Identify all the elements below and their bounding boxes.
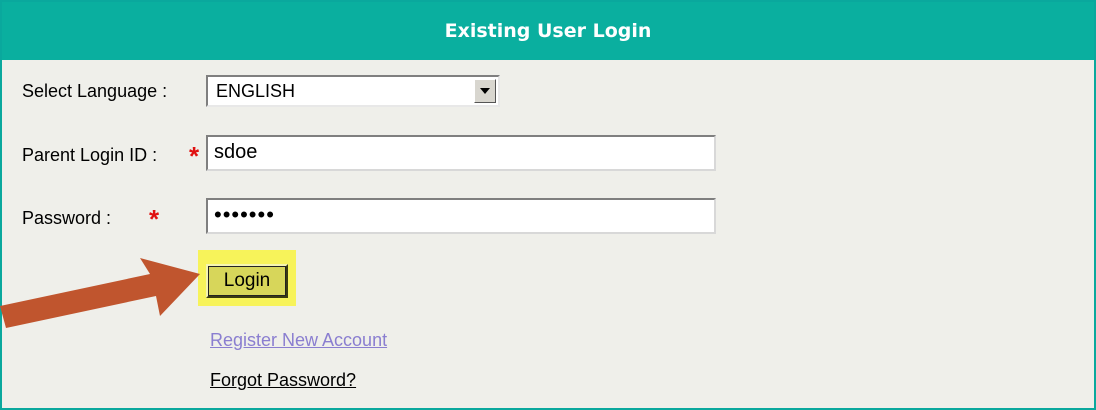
chevron-down-icon[interactable]	[474, 79, 496, 103]
required-marker: *	[149, 204, 160, 234]
language-label: Select Language :	[22, 81, 168, 101]
login-id-field[interactable]: sdoe	[206, 135, 716, 171]
pointer-arrow-icon	[0, 258, 200, 328]
login-button[interactable]: Login	[206, 264, 288, 298]
login-panel: Existing User Login Select Language : EN…	[0, 0, 1096, 410]
password-field[interactable]: •••••••	[206, 198, 716, 234]
password-label: Password :	[22, 208, 112, 228]
login-id-label: Parent Login ID :	[22, 145, 158, 165]
required-marker: *	[189, 141, 200, 171]
language-select[interactable]: ENGLISH	[206, 75, 500, 107]
panel-title: Existing User Login	[2, 2, 1094, 60]
register-link[interactable]: Register New Account	[210, 330, 387, 351]
login-button-highlight: Login	[198, 250, 296, 306]
forgot-password-link[interactable]: Forgot Password?	[210, 370, 356, 391]
language-select-value: ENGLISH	[216, 81, 296, 101]
